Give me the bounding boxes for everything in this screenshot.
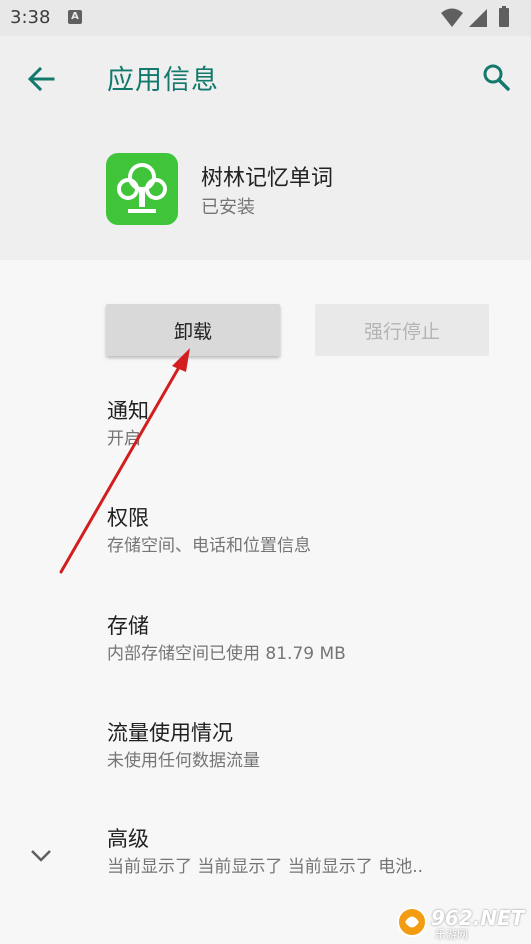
app-tree-icon	[106, 153, 178, 225]
setting-subtitle: 存储空间、电话和位置信息	[107, 536, 311, 556]
status-bar: 3:38 A	[0, 0, 531, 36]
app-install-status: 已安装	[201, 197, 255, 218]
battery-icon	[499, 6, 509, 27]
setting-title: 通知	[107, 399, 149, 423]
force-stop-button: 强行停止	[315, 304, 489, 356]
chevron-down-icon[interactable]	[28, 842, 54, 868]
setting-title: 高级	[107, 827, 149, 851]
setting-advanced[interactable]: 高级 当前显示了 当前显示了 当前显示了 电池..	[107, 824, 497, 880]
setting-subtitle: 当前显示了 当前显示了 当前显示了 电池..	[107, 857, 424, 877]
setting-title: 存储	[107, 614, 149, 638]
search-icon[interactable]	[481, 62, 511, 92]
uninstall-button[interactable]: 卸载	[106, 304, 280, 356]
setting-subtitle: 内部存储空间已使用 81.79 MB	[107, 644, 346, 664]
watermark-subtext: 乐游网	[435, 928, 468, 941]
signal-icon	[469, 9, 487, 27]
wifi-icon	[441, 8, 463, 27]
setting-notifications[interactable]: 通知 开启	[107, 396, 507, 452]
status-icons	[439, 6, 519, 34]
setting-subtitle: 开启	[107, 429, 141, 449]
app-info-header: 应用信息 树林记忆单词 已安装	[0, 36, 531, 260]
setting-title: 流量使用情况	[107, 721, 233, 745]
app-info-content: 卸载 强行停止 通知 开启 权限 存储空间、电话和位置信息 存储 内部存储空间已…	[0, 260, 531, 944]
setting-data-usage[interactable]: 流量使用情况 未使用任何数据流量	[107, 718, 507, 774]
setting-title: 权限	[107, 506, 149, 530]
page-title: 应用信息	[107, 65, 219, 96]
setting-storage[interactable]: 存储 内部存储空间已使用 81.79 MB	[107, 611, 507, 667]
watermark: 962.NET 乐游网	[395, 904, 525, 941]
setting-permissions[interactable]: 权限 存储空间、电话和位置信息	[107, 503, 507, 559]
status-time: 3:38	[10, 7, 51, 28]
back-arrow-icon[interactable]	[26, 64, 56, 94]
setting-subtitle: 未使用任何数据流量	[107, 751, 260, 771]
app-name: 树林记忆单词	[201, 166, 334, 191]
watermark-logo-icon	[397, 907, 427, 937]
notification-a-icon: A	[68, 10, 82, 24]
